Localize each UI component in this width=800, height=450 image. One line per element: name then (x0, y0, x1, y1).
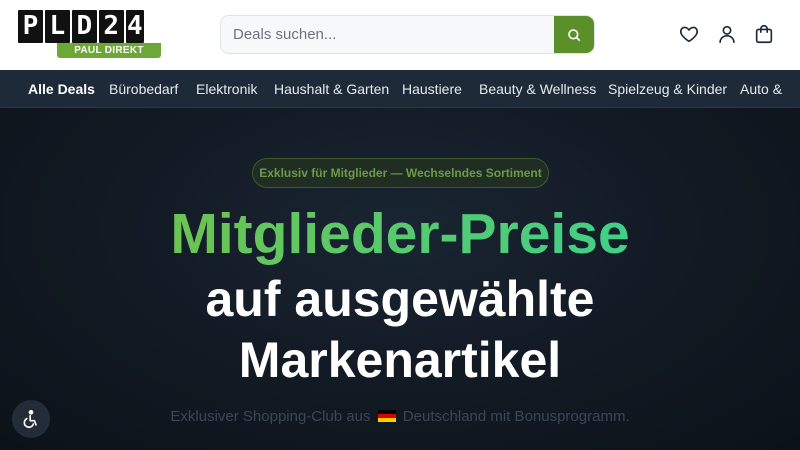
user-icon (719, 25, 735, 44)
nav-item-buerobedarf[interactable]: Bürobedarf (109, 70, 178, 107)
nav-item-haushalt-garten[interactable]: Haushalt & Garten (274, 70, 389, 107)
account-button[interactable] (715, 22, 739, 46)
logo-letter: L (44, 10, 70, 43)
hero-headline-highlight: Mitglieder-Preise (0, 202, 800, 266)
nav-item-spielzeug-kinder[interactable]: Spielzeug & Kinder (608, 70, 727, 107)
logo-letter: 2 (98, 10, 124, 43)
search-input[interactable] (221, 16, 556, 53)
hero-subtitle: Exklusiver Shopping-Club aus Deutschland… (0, 408, 800, 425)
accessibility-button[interactable] (12, 400, 50, 438)
shopping-bag-icon (755, 25, 773, 44)
hero-section: Exklusiv für Mitglieder — Wechselndes So… (0, 108, 800, 450)
site-header: P L D 2 4 PAUL DIREKT (0, 0, 800, 70)
nav-item-alle-deals[interactable]: Alle Deals (28, 70, 95, 107)
category-nav: Alle Deals Bürobedarf Elektronik Haushal… (0, 70, 800, 108)
search-icon (568, 28, 581, 41)
nav-item-elektronik[interactable]: Elektronik (196, 70, 257, 107)
hero-headline-line-2: auf ausgewählte (205, 271, 595, 327)
nav-item-auto[interactable]: Auto & (740, 70, 782, 107)
logo-letter: D (71, 10, 97, 43)
nav-item-haustiere[interactable]: Haustiere (402, 70, 462, 107)
accessibility-icon (23, 410, 37, 429)
logo-letters: P L D 2 4 (18, 10, 144, 43)
search-bar (220, 15, 595, 54)
wishlist-button[interactable] (677, 22, 701, 46)
germany-flag-icon (377, 410, 396, 422)
logo-subtitle: PAUL DIREKT (57, 43, 161, 58)
nav-item-beauty-wellness[interactable]: Beauty & Wellness (479, 70, 596, 107)
search-button[interactable] (554, 16, 594, 53)
logo-letter: P (18, 10, 43, 43)
heart-icon (679, 26, 699, 43)
hero-subtitle-before: Exklusiver Shopping-Club aus (170, 408, 371, 425)
logo-letter: 4 (125, 10, 144, 43)
hero-headline-line-3: Markenartikel (238, 332, 562, 388)
site-logo[interactable]: P L D 2 4 PAUL DIREKT (18, 10, 161, 58)
members-badge: Exklusiv für Mitglieder — Wechselndes So… (252, 158, 549, 188)
cart-button[interactable] (752, 22, 776, 46)
hero-subtitle-after: Deutschland mit Bonusprogramm. (402, 408, 630, 425)
